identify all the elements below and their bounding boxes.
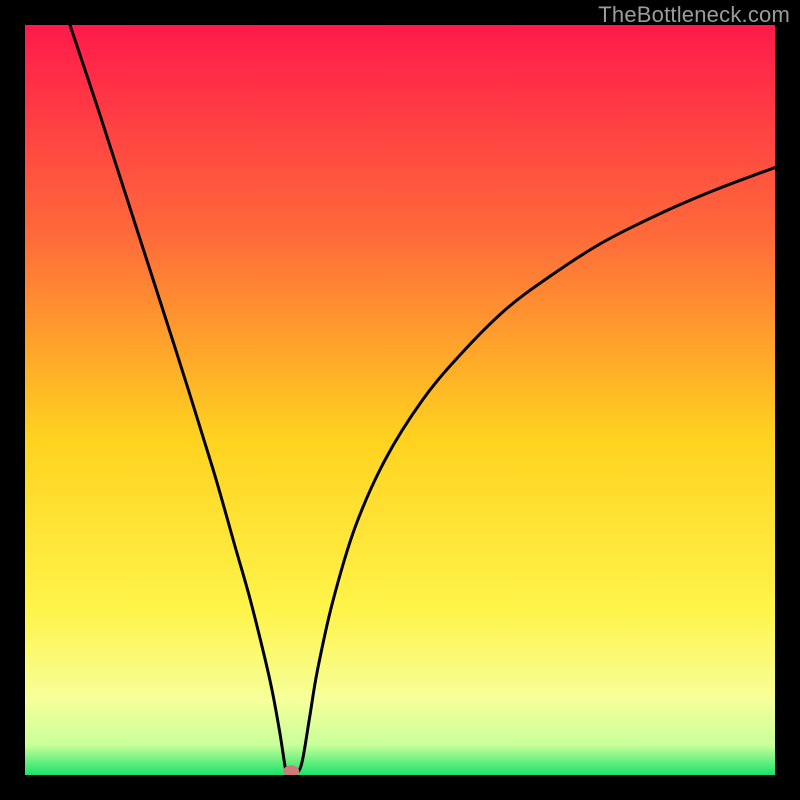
chart-plot-area (25, 25, 775, 775)
gradient-background (25, 25, 775, 775)
chart-frame: TheBottleneck.com (0, 0, 800, 800)
watermark-text: TheBottleneck.com (598, 2, 790, 28)
chart-svg (25, 25, 775, 775)
